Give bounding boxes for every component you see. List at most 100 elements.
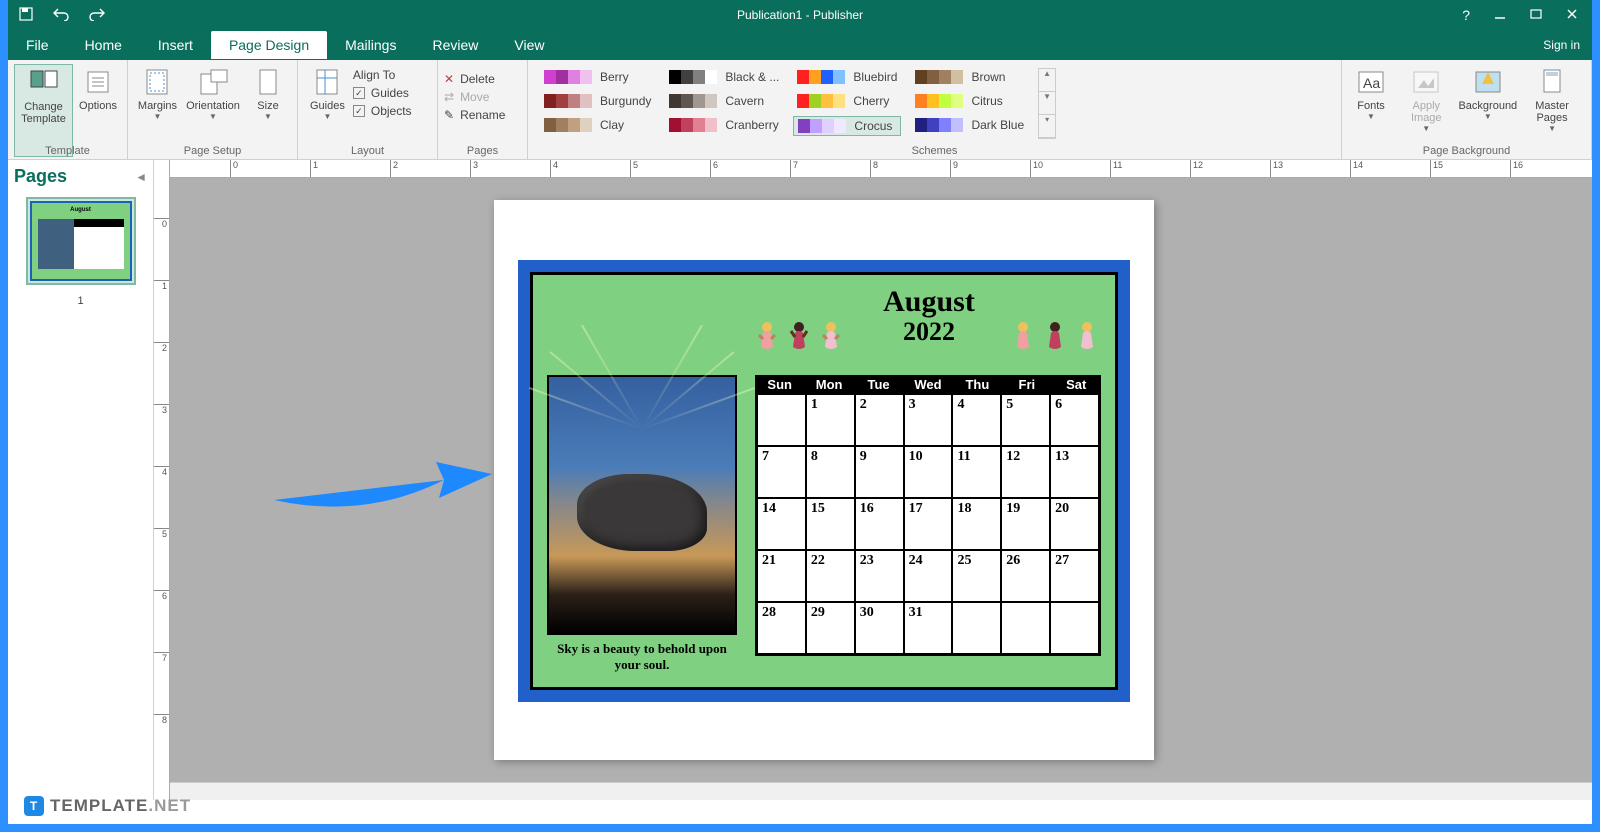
menu-insert[interactable]: Insert [140,31,211,59]
fonts-button[interactable]: Aa Fonts ▼ [1348,64,1394,157]
scheme-label: Crocus [854,119,892,133]
swatch-icon [669,70,717,84]
canvas-area[interactable]: 012345678 012345678910111213141516 Augus… [154,160,1592,800]
dancer-icon [1009,321,1037,357]
apply-image-button[interactable]: Apply Image ▼ [1396,64,1457,157]
background-button[interactable]: Background ▼ [1459,64,1518,157]
options-button[interactable]: Options [75,64,121,157]
watermark: T TEMPLATE.NET [24,796,191,816]
calendar-cell: 31 [904,602,953,654]
options-label: Options [79,100,117,112]
guides-button[interactable]: Guides ▼ [304,64,351,157]
decoration-row [753,321,1101,357]
dancer-icon [753,321,781,357]
calendar-cell: 13 [1050,446,1099,498]
master-pages-icon [1536,66,1568,98]
template-icon [28,67,60,99]
calendar-cell: 1 [806,394,855,446]
scheme-item[interactable]: Cavern [665,92,783,110]
calendar-cell: 30 [855,602,904,654]
document-page[interactable]: August [494,200,1154,760]
menu-mailings[interactable]: Mailings [327,31,414,59]
menu-view[interactable]: View [496,31,562,59]
scheme-item[interactable]: Cherry [793,92,901,110]
pages-panel: Pages ◄ August 1 [8,160,154,800]
menu-home[interactable]: Home [67,31,140,59]
ribbon: Change Template Options Template Margins… [8,60,1592,160]
page-thumbnail[interactable]: August [26,197,136,285]
objects-checkbox[interactable]: ✓Objects [353,104,412,118]
move-button[interactable]: ⇄Move [444,90,521,104]
rename-button[interactable]: ✎Rename [444,108,521,122]
redo-icon[interactable] [88,7,106,24]
calendar-day-header: Wed [903,375,952,394]
calendar-cell: 19 [1001,498,1050,550]
dancer-icon [1041,321,1069,357]
size-button[interactable]: Size ▼ [245,64,291,157]
scheme-label: Burgundy [600,94,651,108]
scheme-item[interactable]: Citrus [911,92,1028,110]
scheme-item[interactable]: Brown [911,68,1028,86]
rename-icon: ✎ [444,108,454,122]
menu-page-design[interactable]: Page Design [211,31,327,59]
calendar-day-header: Thu [953,375,1002,394]
scheme-item[interactable]: Crocus [793,116,901,136]
chevron-down-icon: ▼ [323,112,331,121]
swatch-icon [544,70,592,84]
sign-in-link[interactable]: Sign in [1543,38,1592,52]
close-icon[interactable] [1566,8,1578,23]
swatch-icon [915,118,963,132]
calendar-day-header: Sun [755,375,804,394]
calendar-cell: 18 [952,498,1001,550]
margins-icon [141,66,173,98]
scrollbar-horizontal[interactable] [170,782,1592,800]
calendar-cell: 27 [1050,550,1099,602]
margins-label: Margins [138,100,177,112]
fonts-icon: Aa [1355,66,1387,98]
scheme-item[interactable]: Dark Blue [911,116,1028,134]
scheme-item[interactable]: Black & ... [665,68,783,86]
swatch-icon [797,94,845,108]
chevron-down-icon: ▼ [1367,112,1375,121]
scheme-item[interactable]: Bluebird [793,68,901,86]
orientation-button[interactable]: Orientation ▼ [183,64,243,157]
apply-image-icon [1410,66,1442,98]
schemes-scrollbar[interactable]: ▲▼▾ [1038,68,1056,139]
size-icon [252,66,284,98]
chevron-down-icon: ▼ [1548,124,1556,133]
guides-checkbox[interactable]: ✓Guides [353,86,412,100]
calendar-cell: 10 [904,446,953,498]
dancer-icon [817,321,845,357]
scheme-item[interactable]: Berry [540,68,655,86]
menu-file[interactable]: File [8,31,67,59]
fonts-label: Fonts [1357,100,1385,112]
dancer-icon [785,321,813,357]
change-template-button[interactable]: Change Template [14,64,73,157]
margins-button[interactable]: Margins ▼ [134,64,181,157]
menu-review[interactable]: Review [414,31,496,59]
calendar-cell: 29 [806,602,855,654]
scheme-item[interactable]: Clay [540,116,655,134]
delete-button[interactable]: ✕Delete [444,72,521,86]
scheme-item[interactable]: Burgundy [540,92,655,110]
chevron-down-icon: ▼ [264,112,272,121]
swatch-icon [669,94,717,108]
page-background-group-label: Page Background [1342,145,1591,157]
calendar-day-header: Fri [1002,375,1051,394]
calendar-day-header: Mon [804,375,853,394]
minimize-icon[interactable] [1494,8,1506,23]
help-icon[interactable]: ? [1462,7,1470,23]
save-icon[interactable] [18,6,34,25]
maximize-icon[interactable] [1530,8,1542,23]
calendar-cell: 7 [757,446,806,498]
calendar-cell: 6 [1050,394,1099,446]
scheme-item[interactable]: Cranberry [665,116,783,134]
calendar-cell: 8 [806,446,855,498]
calendar-cell [952,602,1001,654]
pages-panel-title: Pages ◄ [14,166,147,187]
master-pages-button[interactable]: Master Pages ▼ [1519,64,1585,157]
pages-group-label: Pages [438,145,527,157]
undo-icon[interactable] [52,7,70,24]
menu-bar: File Home Insert Page Design Mailings Re… [8,30,1592,60]
collapse-icon[interactable]: ◄ [135,170,147,184]
